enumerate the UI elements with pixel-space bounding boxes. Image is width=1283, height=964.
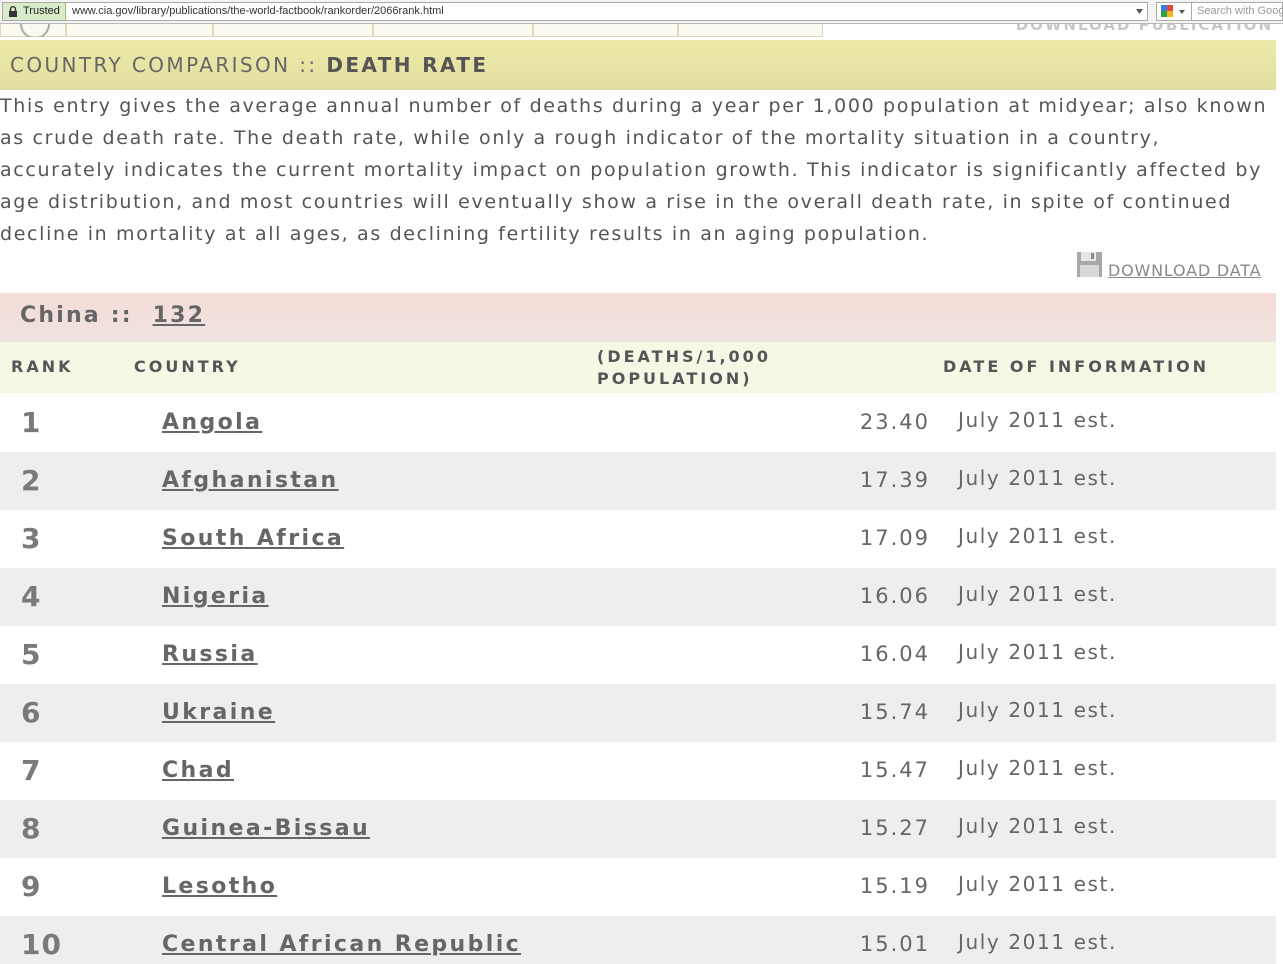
download-data-label: DOWNLOAD DATA — [1108, 261, 1262, 280]
rank-cell: 1 — [21, 406, 42, 439]
url-text[interactable]: www.cia.gov/library/publications/the-wor… — [72, 3, 444, 20]
date-cell: July 2011 est. — [958, 872, 1117, 896]
country-link[interactable]: Nigeria — [162, 584, 269, 609]
death-rate-cell: 17.39 — [859, 468, 930, 492]
country-link[interactable]: South Africa — [162, 526, 344, 551]
death-rate-cell: 15.27 — [859, 816, 930, 840]
page-title-main: DEATH RATE — [326, 53, 489, 77]
death-rate-cell: 15.19 — [859, 874, 930, 898]
date-cell: July 2011 est. — [958, 524, 1117, 548]
table-row: 10 Central African Republic 15.01 July 2… — [0, 916, 1276, 964]
selected-country-band: China :: 132 — [0, 293, 1276, 342]
selected-country-rank-link[interactable]: 132 — [153, 303, 206, 328]
column-header-country[interactable]: COUNTRY — [134, 356, 241, 378]
download-publication-link[interactable]: DOWNLOAD PUBLICATION — [1016, 24, 1273, 34]
table-row: 2 Afghanistan 17.39 July 2011 est. — [0, 452, 1276, 510]
country-link[interactable]: Central African Republic — [162, 932, 521, 957]
rank-cell: 9 — [21, 870, 42, 903]
table-row: 7 Chad 15.47 July 2011 est. — [0, 742, 1276, 800]
date-cell: July 2011 est. — [958, 466, 1117, 490]
nav-tab[interactable] — [66, 24, 213, 37]
date-cell: July 2011 est. — [958, 640, 1117, 664]
table-row: 3 South Africa 17.09 July 2011 est. — [0, 510, 1276, 568]
download-data-button[interactable]: DOWNLOAD DATA — [1076, 251, 1276, 281]
nav-tab[interactable] — [373, 24, 533, 37]
search-engine-selector[interactable] — [1156, 2, 1192, 21]
page-title-prefix: COUNTRY COMPARISON :: — [10, 53, 327, 77]
floppy-disk-icon — [1077, 252, 1102, 277]
country-link[interactable]: Russia — [162, 642, 258, 667]
date-cell: July 2011 est. — [958, 814, 1117, 838]
country-link[interactable]: Lesotho — [162, 874, 277, 899]
death-rate-cell: 15.01 — [859, 932, 930, 956]
date-cell: July 2011 est. — [958, 408, 1117, 432]
death-rate-cell: 23.40 — [859, 410, 930, 434]
rank-cell: 5 — [21, 638, 42, 671]
site-identity-badge[interactable]: Trusted — [3, 3, 66, 20]
table-row: 6 Ukraine 15.74 July 2011 est. — [0, 684, 1276, 742]
browser-toolbar: Trusted www.cia.gov/library/publications… — [0, 0, 1283, 24]
country-link[interactable]: Afghanistan — [162, 468, 339, 493]
date-cell: July 2011 est. — [958, 930, 1117, 954]
search-input[interactable]: Search with Google — [1192, 2, 1283, 21]
nav-tab[interactable] — [678, 24, 823, 37]
entry-description: This entry gives the average annual numb… — [0, 95, 1268, 245]
country-link[interactable]: Guinea-Bissau — [162, 816, 370, 841]
date-cell: July 2011 est. — [958, 756, 1117, 780]
column-header-value[interactable]: (DEATHS/1,000 POPULATION) — [597, 346, 771, 390]
table-row: 1 Angola 23.40 July 2011 est. — [0, 394, 1276, 452]
rank-cell: 8 — [21, 812, 42, 845]
column-header-value-line2: POPULATION) — [597, 369, 753, 388]
trusted-label: Trusted — [23, 5, 60, 17]
death-rate-cell: 16.04 — [859, 642, 930, 666]
death-rate-cell: 15.74 — [859, 700, 930, 724]
chevron-down-icon[interactable] — [1136, 9, 1143, 14]
selected-country: China :: 132 — [20, 303, 205, 328]
google-icon — [1161, 5, 1185, 17]
rank-cell: 7 — [21, 754, 42, 787]
selected-country-separator: :: — [110, 303, 133, 328]
address-bar[interactable]: Trusted www.cia.gov/library/publications… — [2, 2, 1148, 21]
rank-cell: 4 — [21, 580, 42, 613]
nav-tab[interactable] — [533, 24, 678, 37]
nav-tab[interactable] — [0, 24, 66, 37]
death-rate-cell: 16.06 — [859, 584, 930, 608]
country-link[interactable]: Ukraine — [162, 700, 275, 725]
date-cell: July 2011 est. — [958, 698, 1117, 722]
title-band: COUNTRY COMPARISON :: DEATH RATE — [0, 40, 1276, 90]
lock-icon — [9, 6, 17, 17]
table-row: 4 Nigeria 16.06 July 2011 est. — [0, 568, 1276, 626]
rank-cell: 2 — [21, 464, 42, 497]
date-cell: July 2011 est. — [958, 582, 1117, 606]
death-rate-cell: 17.09 — [859, 526, 930, 550]
column-header-rank[interactable]: RANK — [11, 356, 74, 378]
rank-cell: 6 — [21, 696, 42, 729]
death-rate-cell: 15.47 — [859, 758, 930, 782]
table-row: 8 Guinea-Bissau 15.27 July 2011 est. — [0, 800, 1276, 858]
column-header-value-line1: (DEATHS/1,000 — [597, 347, 771, 366]
page-title: COUNTRY COMPARISON :: DEATH RATE — [10, 53, 489, 77]
rank-cell: 3 — [21, 522, 42, 555]
globe-icon — [20, 24, 50, 37]
table-row: 9 Lesotho 15.19 July 2011 est. — [0, 858, 1276, 916]
country-link[interactable]: Angola — [162, 410, 262, 435]
site-nav-remnant: DOWNLOAD PUBLICATION — [0, 24, 1283, 40]
table-row: 5 Russia 16.04 July 2011 est. — [0, 626, 1276, 684]
selected-country-name: China — [20, 303, 101, 328]
column-header-date[interactable]: DATE OF INFORMATION — [943, 356, 1209, 378]
table-header: RANK COUNTRY (DEATHS/1,000 POPULATION) D… — [0, 342, 1276, 393]
nav-tab[interactable] — [213, 24, 373, 37]
country-link[interactable]: Chad — [162, 758, 234, 783]
rank-cell: 10 — [21, 928, 62, 961]
